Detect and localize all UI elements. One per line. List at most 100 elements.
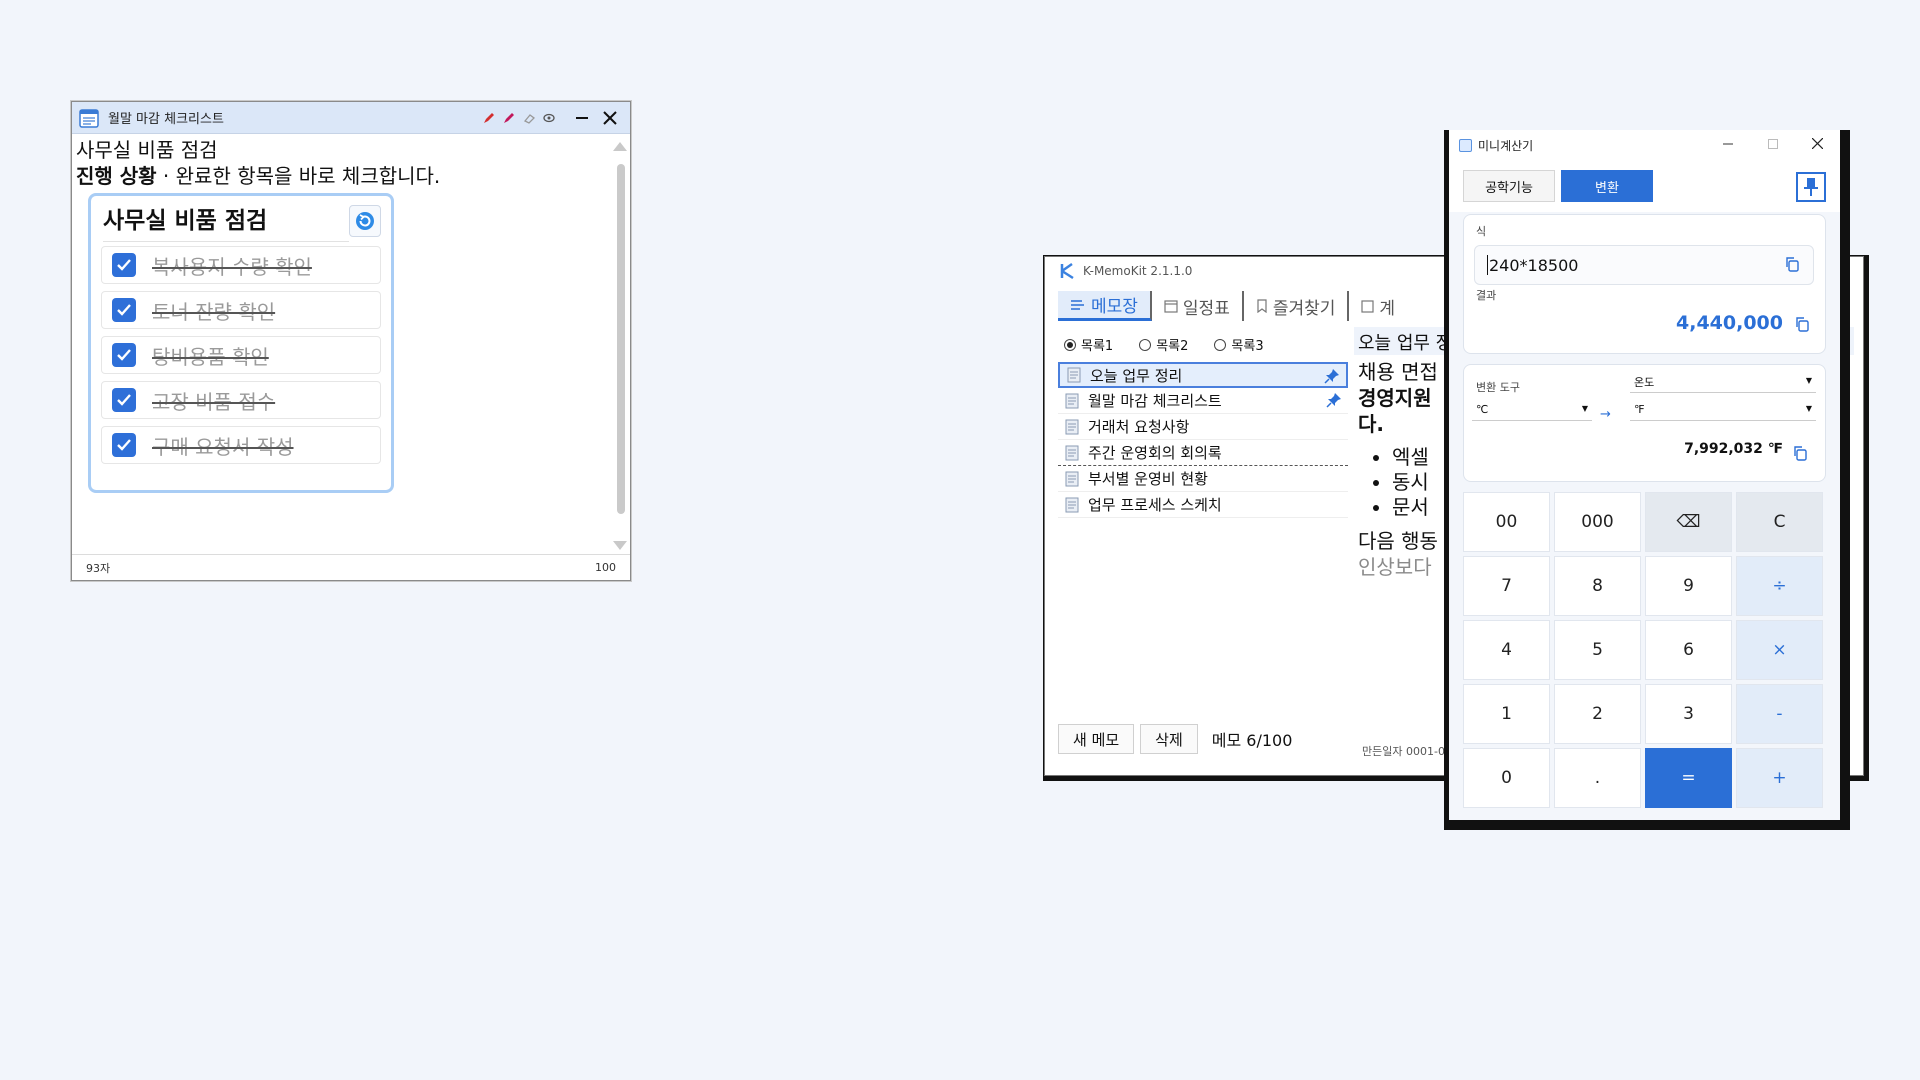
checklist-item[interactable]: 복사용지 수량 확인 bbox=[101, 246, 381, 284]
memo-item-label: 주간 운영회의 회의록 bbox=[1088, 444, 1222, 462]
pin-icon[interactable] bbox=[1326, 392, 1342, 408]
checklist-item-label: 탕비용품 확인 bbox=[152, 344, 269, 369]
copy-conversion-icon[interactable] bbox=[1792, 445, 1808, 461]
from-unit-select[interactable]: ℃ ▼ bbox=[1472, 399, 1592, 421]
scroll-up-arrow[interactable] bbox=[613, 142, 627, 151]
radio-list-2[interactable]: 목록2 bbox=[1139, 335, 1188, 354]
pen-red-icon[interactable] bbox=[482, 111, 496, 125]
list-item[interactable]: 거래처 요청사항 bbox=[1058, 414, 1348, 440]
check-icon bbox=[117, 349, 131, 361]
tab-favorites-label: 즐겨찾기 bbox=[1272, 298, 1336, 319]
new-memo-button[interactable]: 새 메모 bbox=[1058, 724, 1135, 754]
scientific-mode-button[interactable]: 공학기능 bbox=[1463, 170, 1555, 202]
tab-favorites[interactable]: 즐겨찾기 bbox=[1244, 291, 1350, 321]
key-7[interactable]: 7 bbox=[1463, 556, 1550, 616]
document-icon bbox=[1065, 471, 1079, 486]
key-divide[interactable]: ÷ bbox=[1736, 556, 1823, 616]
converter-card: 변환 도구 온도 ▼ ℃ ▼ → ℉ ▼ 7,992,032 ℉ bbox=[1463, 364, 1826, 482]
key-9[interactable]: 9 bbox=[1645, 556, 1732, 616]
close-button[interactable] bbox=[1795, 137, 1840, 153]
note-content[interactable]: 사무실 비품 점검 진행 상황 · 완료한 항목을 바로 체크합니다. 사무실 … bbox=[74, 135, 610, 554]
key-6[interactable]: 6 bbox=[1645, 620, 1732, 680]
checkbox-checked[interactable] bbox=[112, 343, 136, 367]
key-0[interactable]: 0 bbox=[1463, 748, 1550, 808]
key-1[interactable]: 1 bbox=[1463, 684, 1550, 744]
scroll-thumb[interactable] bbox=[617, 164, 625, 514]
key-00[interactable]: 00 bbox=[1463, 492, 1550, 552]
preview-footer: 만든일자 0001-01 bbox=[1362, 745, 1452, 758]
list-item[interactable]: 부서별 운영비 현황 bbox=[1058, 466, 1348, 492]
memokit-title: K-MemoKit 2.1.1.0 bbox=[1083, 264, 1193, 278]
checkbox-checked[interactable] bbox=[112, 433, 136, 457]
tab-memo[interactable]: 메모장 bbox=[1058, 291, 1152, 321]
copy-result-icon[interactable] bbox=[1794, 316, 1810, 332]
scroll-down-arrow[interactable] bbox=[613, 541, 627, 550]
reset-button[interactable] bbox=[349, 205, 381, 237]
document-icon bbox=[1067, 367, 1081, 383]
checkbox-checked[interactable] bbox=[112, 253, 136, 277]
key-4[interactable]: 4 bbox=[1463, 620, 1550, 680]
tab-calc[interactable]: 계 bbox=[1349, 291, 1407, 321]
tab-schedule[interactable]: 일정표 bbox=[1152, 291, 1244, 321]
calc-titlebar[interactable]: 미니계산기 bbox=[1449, 130, 1840, 160]
key-2[interactable]: 2 bbox=[1554, 684, 1641, 744]
checklist-item[interactable]: 토너 잔량 확인 bbox=[101, 291, 381, 329]
key-plus[interactable]: + bbox=[1736, 748, 1823, 808]
expression-input[interactable]: 240*18500 bbox=[1474, 245, 1814, 285]
note-titlebar[interactable]: 월말 마감 체크리스트 bbox=[72, 102, 630, 134]
list-item[interactable]: 업무 프로세스 스케치 bbox=[1058, 492, 1348, 518]
to-unit-select[interactable]: ℉ ▼ bbox=[1630, 399, 1816, 421]
delete-memo-button[interactable]: 삭제 bbox=[1140, 724, 1198, 754]
checklist-item[interactable]: 구매 요청서 작성 bbox=[101, 426, 381, 464]
copy-icon[interactable] bbox=[1784, 256, 1800, 272]
eraser-icon[interactable] bbox=[522, 111, 536, 125]
key-multiply[interactable]: × bbox=[1736, 620, 1823, 680]
radio-list-3[interactable]: 목록3 bbox=[1214, 335, 1264, 354]
note-title: 월말 마감 체크리스트 bbox=[108, 112, 224, 127]
key-backspace[interactable]: ⌫ bbox=[1645, 492, 1732, 552]
pen-pink-icon[interactable] bbox=[502, 111, 516, 125]
checklist-item[interactable]: 고장 비품 접수 bbox=[101, 381, 381, 419]
eye-icon[interactable] bbox=[542, 111, 556, 125]
notepad-icon bbox=[79, 108, 99, 128]
radio-list-1[interactable]: 목록1 bbox=[1064, 335, 1113, 354]
pin-icon bbox=[1804, 178, 1818, 196]
check-icon bbox=[117, 439, 131, 451]
key-decimal[interactable]: . bbox=[1554, 748, 1641, 808]
document-icon bbox=[1065, 419, 1079, 434]
convert-mode-button[interactable]: 변환 bbox=[1561, 170, 1653, 202]
to-unit-value: ℉ bbox=[1634, 403, 1645, 416]
checklist-item-label: 토너 잔량 확인 bbox=[152, 299, 276, 324]
conversion-result: 7,992,032 ℉ bbox=[1684, 441, 1783, 457]
memokit-tabs: 메모장 일정표 즐겨찾기 계 bbox=[1058, 291, 1407, 321]
checklist-item[interactable]: 탕비용품 확인 bbox=[101, 336, 381, 374]
key-minus[interactable]: - bbox=[1736, 684, 1823, 744]
minimize-button[interactable] bbox=[568, 104, 596, 132]
list-item[interactable]: 오늘 업무 정리 bbox=[1058, 362, 1348, 388]
list-item[interactable]: 주간 운영회의 회의록 bbox=[1058, 440, 1348, 466]
key-8[interactable]: 8 bbox=[1554, 556, 1641, 616]
minimize-button[interactable] bbox=[1705, 137, 1750, 153]
note-subheading: 진행 상황 · 완료한 항목을 바로 체크합니다. bbox=[76, 163, 608, 189]
converter-type-select[interactable]: 온도 ▼ bbox=[1630, 371, 1816, 393]
list-item[interactable]: 월말 마감 체크리스트 bbox=[1058, 388, 1348, 414]
calendar-icon bbox=[1164, 300, 1178, 313]
key-3[interactable]: 3 bbox=[1645, 684, 1732, 744]
checkbox-checked[interactable] bbox=[112, 388, 136, 412]
pin-icon[interactable] bbox=[1324, 368, 1340, 384]
key-equals[interactable]: = bbox=[1645, 748, 1732, 808]
vertical-scrollbar[interactable] bbox=[612, 138, 628, 552]
pin-button[interactable] bbox=[1796, 172, 1826, 202]
key-000[interactable]: 000 bbox=[1554, 492, 1641, 552]
list-radio-group: 목록1 목록2 목록3 bbox=[1058, 327, 1348, 362]
key-5[interactable]: 5 bbox=[1554, 620, 1641, 680]
maximize-button[interactable] bbox=[1750, 137, 1795, 153]
checklist-item-label: 구매 요청서 작성 bbox=[152, 434, 294, 459]
close-button[interactable] bbox=[596, 104, 624, 132]
calculator-window: 미니계산기 공학기능 변환 식 240*18500 결과 4,440,000 변… bbox=[1444, 130, 1850, 830]
tab-schedule-label: 일정표 bbox=[1182, 298, 1230, 319]
checkbox-checked[interactable] bbox=[112, 298, 136, 322]
key-clear[interactable]: C bbox=[1736, 492, 1823, 552]
zoom-level: 100 bbox=[595, 561, 616, 574]
memo-list: 오늘 업무 정리 월말 마감 체크리스트 거래처 요청사항 주간 운영회의 회의… bbox=[1058, 362, 1348, 518]
